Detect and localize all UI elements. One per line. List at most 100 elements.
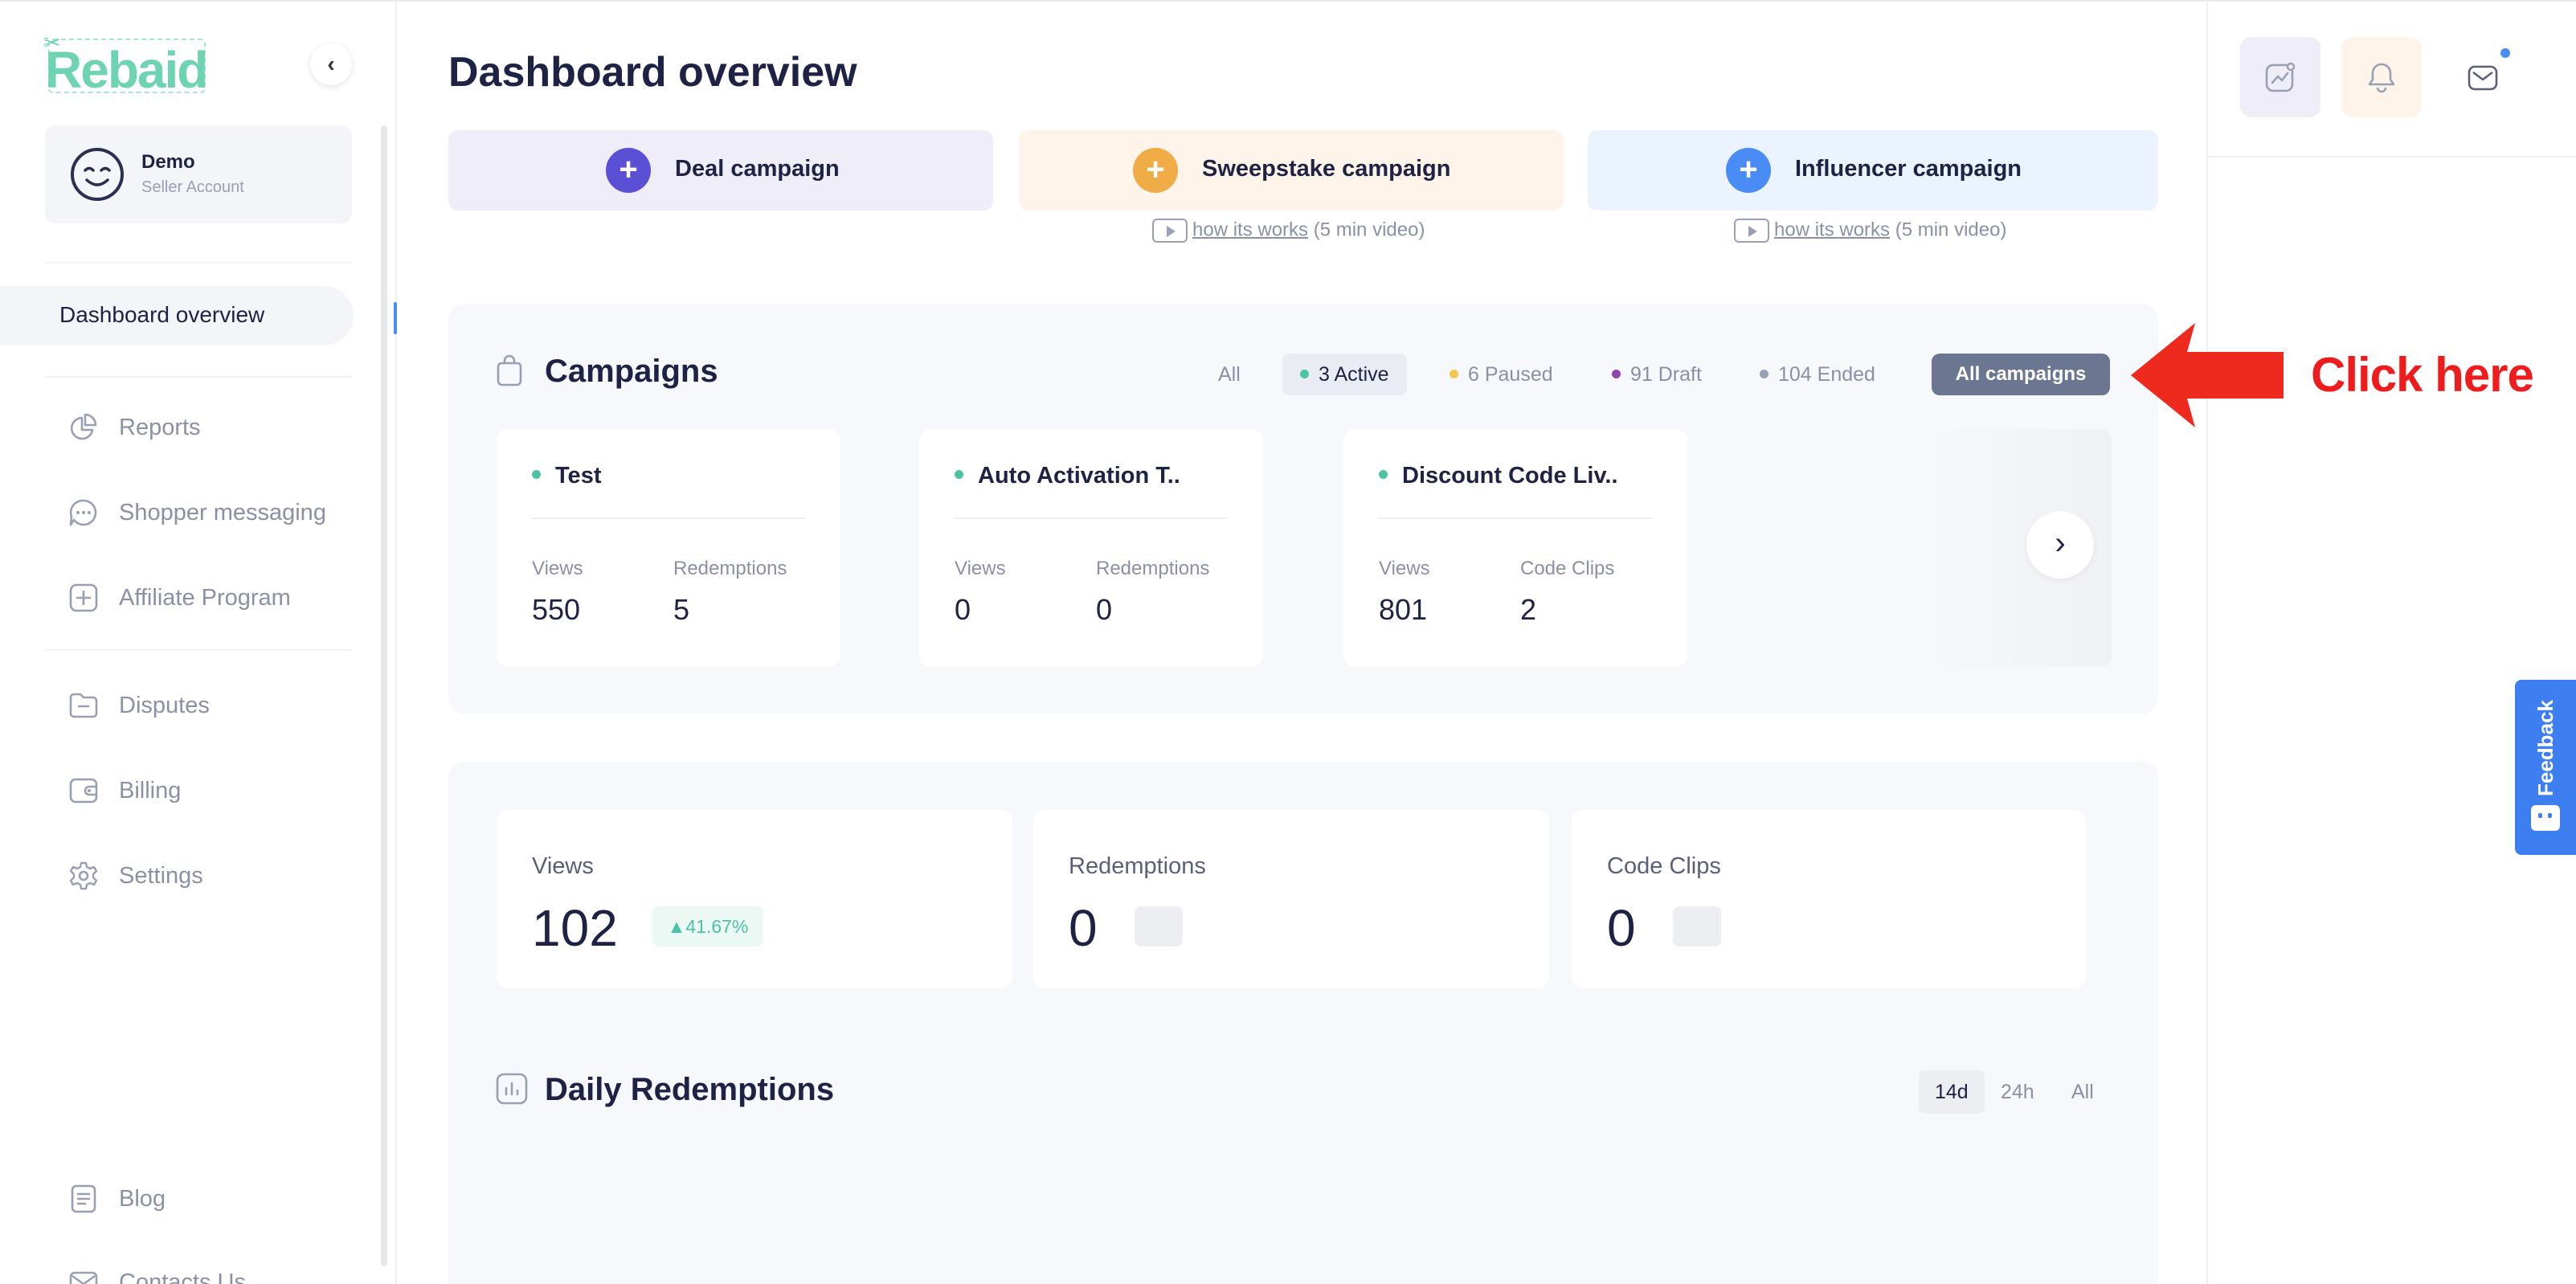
sidebar-item-dashboard-overview[interactable]: Dashboard overview bbox=[0, 286, 354, 346]
change-value: 41.67% bbox=[685, 916, 749, 937]
bar-chart-icon bbox=[496, 1073, 528, 1105]
play-video-icon[interactable] bbox=[1152, 219, 1188, 243]
stat-card-redemptions: Redemptions 0 bbox=[1033, 810, 1549, 988]
howto-link[interactable]: how its works bbox=[1192, 219, 1308, 240]
active-indicator bbox=[394, 302, 397, 334]
filter-all[interactable]: All bbox=[1200, 354, 1258, 395]
sidebar-item-label: Settings bbox=[119, 863, 203, 889]
sidebar-item-label: Blog bbox=[119, 1186, 166, 1212]
filter-draft[interactable]: 91 Draft bbox=[1594, 354, 1719, 395]
stat-label: Code Clips bbox=[1607, 853, 1721, 879]
triangle-up-icon: ▲ bbox=[667, 916, 686, 937]
notifications-button[interactable] bbox=[2341, 37, 2422, 117]
howto-duration: (5 min video) bbox=[1895, 219, 2007, 241]
campaign-name: Auto Activation T.. bbox=[955, 463, 1180, 489]
account-card[interactable]: Demo Seller Account bbox=[45, 125, 352, 223]
filter-paused[interactable]: 6 Paused bbox=[1432, 354, 1571, 395]
stat-card-code-clips: Code Clips 0 bbox=[1572, 810, 2086, 988]
howto-duration: (5 min video) bbox=[1313, 219, 1425, 241]
analytics-chart-icon bbox=[2265, 62, 2296, 92]
button-label: Sweepstake campaign bbox=[1202, 156, 1451, 182]
range-all[interactable]: All bbox=[2055, 1070, 2110, 1114]
analytics-button[interactable] bbox=[2240, 37, 2320, 117]
campaign-card[interactable]: Test Views Redemptions 550 5 bbox=[497, 429, 840, 667]
filter-label: All bbox=[1218, 363, 1241, 386]
stat-value: 0 bbox=[1069, 899, 1098, 957]
daily-redemptions-title: Daily Redemptions bbox=[545, 1072, 835, 1107]
chevron-left-icon: ‹ bbox=[327, 51, 335, 76]
sidebar-item-label: Reports bbox=[119, 415, 201, 440]
stat-value: 550 bbox=[532, 593, 581, 626]
right-rail bbox=[2206, 2, 2576, 1284]
red-arrow-annotation bbox=[2131, 323, 2284, 427]
divider bbox=[45, 376, 352, 378]
range-24h[interactable]: 24h bbox=[1985, 1070, 2051, 1114]
play-video-icon[interactable] bbox=[1734, 219, 1769, 243]
sidebar-item-billing[interactable]: Billing bbox=[67, 770, 357, 810]
stat-label: Redemptions bbox=[1069, 853, 1206, 879]
feedback-tab[interactable]: Feedback bbox=[2515, 680, 2576, 855]
sweepstake-howto: how its works (5 min video) bbox=[1152, 219, 1425, 243]
unread-dot bbox=[2500, 48, 2510, 58]
campaigns-title: Campaigns bbox=[545, 354, 718, 389]
rebaid-logo[interactable]: ✂ Rebaid bbox=[43, 31, 208, 99]
stat-value: 0 bbox=[1096, 593, 1113, 626]
divider bbox=[45, 262, 352, 264]
collapse-sidebar-button[interactable]: ‹ bbox=[310, 43, 352, 85]
deal-campaign-button[interactable]: + Deal campaign bbox=[448, 130, 993, 211]
campaign-card[interactable]: Discount Code Liv.. Views Code Clips 801… bbox=[1343, 429, 1687, 667]
stat-value: 102 bbox=[532, 899, 618, 957]
stat-label: Views bbox=[532, 853, 594, 879]
sidebar-item-blog[interactable]: Blog bbox=[67, 1178, 357, 1218]
feedback-label: Feedback bbox=[2533, 700, 2558, 796]
all-campaigns-button[interactable]: All campaigns bbox=[1932, 354, 2110, 395]
sidebar-scrollbar[interactable] bbox=[381, 125, 387, 1266]
campaign-name-text: Auto Activation T.. bbox=[978, 463, 1180, 489]
sidebar-item-reports[interactable]: Reports bbox=[67, 407, 357, 447]
next-campaigns-button[interactable]: › bbox=[2026, 511, 2094, 579]
stat-label: Redemptions bbox=[1096, 558, 1210, 579]
sidebar-item-affiliate-program[interactable]: Affiliate Program bbox=[67, 577, 357, 617]
range-14d[interactable]: 14d bbox=[1919, 1070, 1985, 1114]
sidebar-item-label: Dashboard overview bbox=[59, 302, 265, 327]
status-dot bbox=[955, 469, 963, 479]
bell-icon bbox=[2368, 63, 2395, 93]
logo-text: Rebaid bbox=[45, 41, 208, 99]
feedback-bot-icon bbox=[2531, 805, 2560, 831]
smiley-avatar-icon bbox=[71, 148, 124, 201]
stat-value: 801 bbox=[1379, 593, 1428, 626]
status-dot bbox=[532, 469, 541, 479]
sidebar-item-label: Billing bbox=[119, 778, 182, 804]
plus-icon: + bbox=[1726, 148, 1771, 193]
stat-label: Code Clips bbox=[1520, 558, 1615, 579]
sidebar-item-label: Disputes bbox=[119, 693, 210, 718]
filter-ended[interactable]: 104 Ended bbox=[1742, 354, 1893, 395]
sidebar-item-settings[interactable]: Settings bbox=[67, 855, 357, 895]
sweepstake-campaign-button[interactable]: + Sweepstake campaign bbox=[1019, 130, 1564, 211]
sidebar-item-contacts-us[interactable]: Contacts Us bbox=[67, 1262, 357, 1284]
stat-value: 5 bbox=[673, 593, 690, 626]
stat-value: 2 bbox=[1520, 593, 1537, 626]
influencer-campaign-button[interactable]: + Influencer campaign bbox=[1588, 130, 2158, 211]
status-dot bbox=[1300, 369, 1309, 378]
howto-link[interactable]: how its works bbox=[1774, 219, 1890, 240]
campaign-card[interactable]: Auto Activation T.. Views Redemptions 0 … bbox=[919, 429, 1263, 667]
stat-card-views: Views 102 ▲41.67% bbox=[497, 810, 1012, 988]
status-dot bbox=[1760, 369, 1768, 378]
plus-icon: + bbox=[606, 148, 651, 193]
change-badge: ▲41.67% bbox=[652, 906, 763, 947]
sidebar-item-shopper-messaging[interactable]: Shopper messaging bbox=[67, 492, 357, 532]
stat-value: 0 bbox=[1607, 899, 1636, 957]
shopping-bag-icon bbox=[497, 354, 522, 386]
stat-label: Views bbox=[1379, 558, 1430, 579]
filter-label: 91 Draft bbox=[1630, 363, 1702, 386]
messages-button[interactable] bbox=[2443, 37, 2523, 117]
stat-label: Views bbox=[955, 558, 1006, 579]
sidebar-item-disputes[interactable]: Disputes bbox=[67, 685, 357, 725]
divider bbox=[532, 517, 805, 519]
account-name: Demo bbox=[141, 151, 195, 173]
sidebar-item-label: Contacts Us bbox=[119, 1270, 246, 1284]
mail-icon bbox=[2468, 65, 2498, 91]
filter-label: 3 Active bbox=[1319, 363, 1389, 386]
filter-active[interactable]: 3 Active bbox=[1282, 354, 1407, 395]
